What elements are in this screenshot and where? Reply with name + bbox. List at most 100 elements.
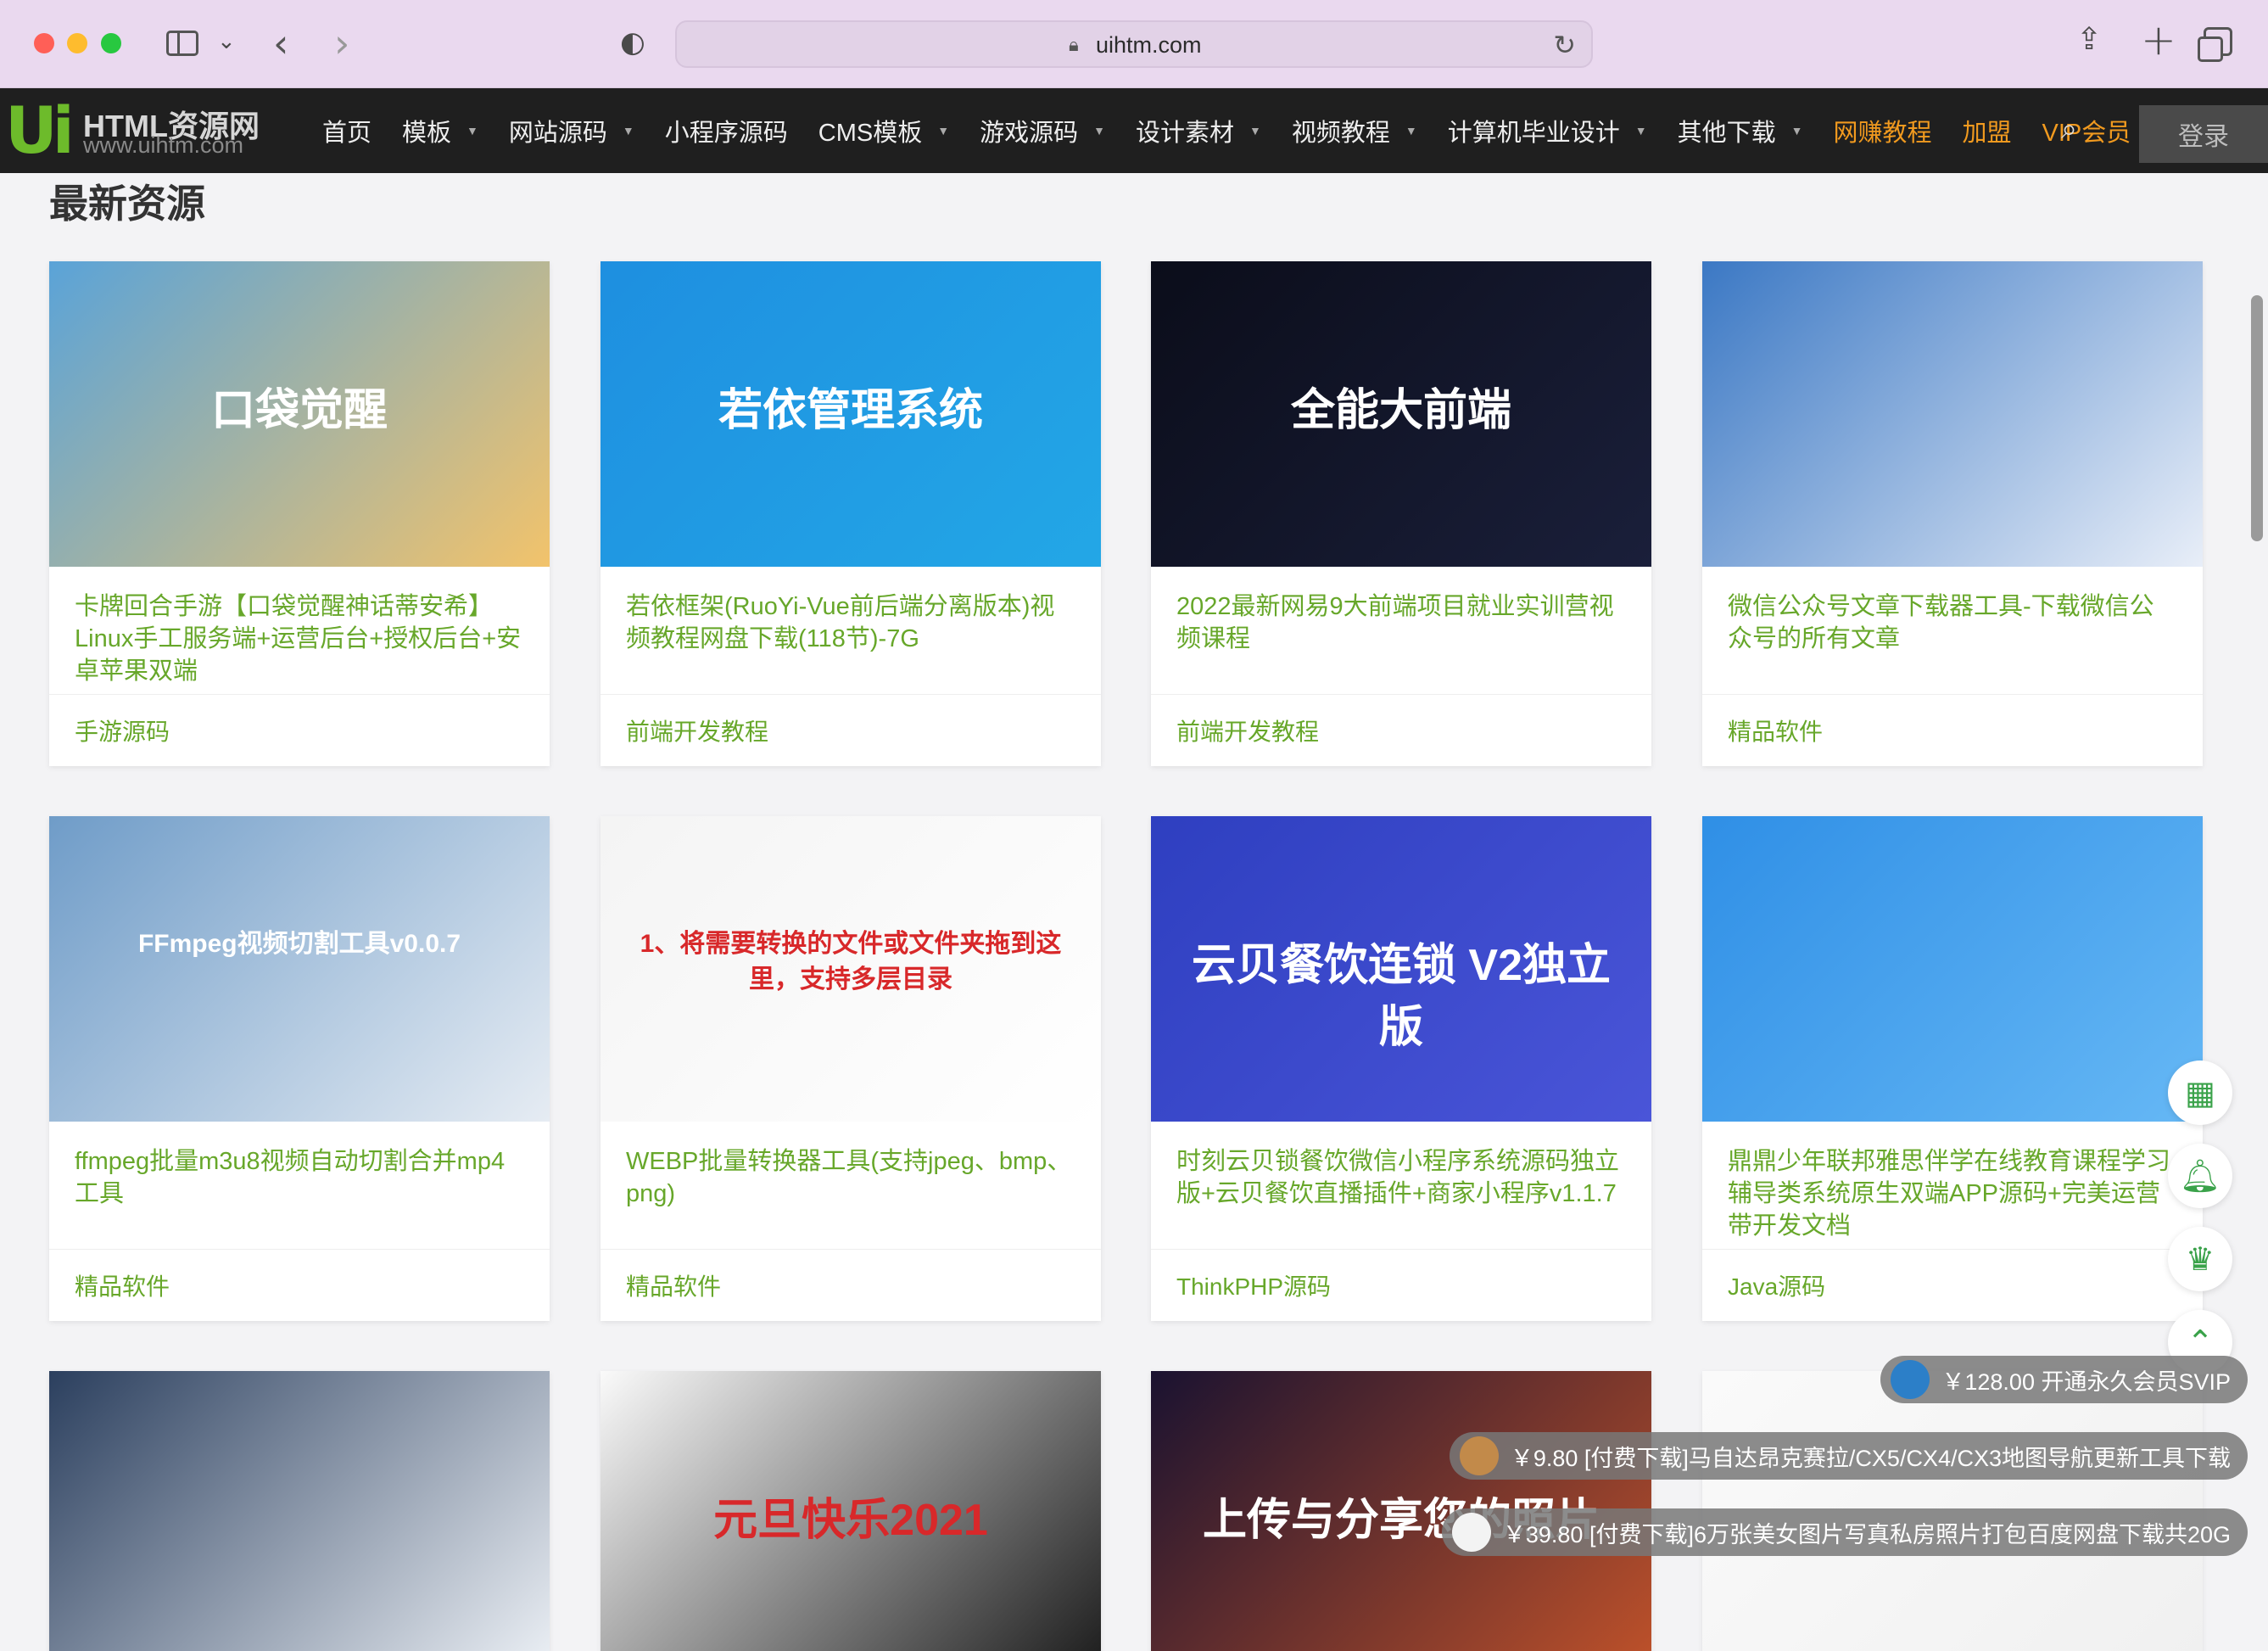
nav-item-12[interactable]: VIP会员 (2042, 113, 2131, 148)
resource-card[interactable]: 元旦快乐2021 (601, 1371, 1101, 1651)
nav-item-7[interactable]: 视频教程 ▼ (1292, 113, 1417, 148)
caret-down-icon: ▼ (466, 124, 478, 137)
resource-thumbnail[interactable] (1702, 261, 2203, 567)
resource-title[interactable]: 卡牌回合手游【口袋觉醒神话蒂安希】Linux手工服务端+运营后台+授权后台+安卓… (49, 567, 550, 694)
nav-item-label: 其他下载 (1677, 120, 1776, 147)
lock-icon: 🔒︎ (1069, 34, 1079, 55)
purchase-toast: ￥128.00 开通永久会员SVIP (1880, 1356, 2248, 1403)
caret-down-icon: ▼ (1634, 124, 1647, 137)
resource-card[interactable]: 云贝餐饮连锁 V2独立版时刻云贝锁餐饮微信小程序系统源码独立版+云贝餐饮直播插件… (1151, 816, 1651, 1321)
thumbnail-caption: 全能大前端 (1290, 386, 1511, 435)
search-icon[interactable]: ⌕ (2061, 112, 2077, 146)
nav-item-label: 设计素材 (1135, 120, 1234, 147)
resource-thumbnail[interactable]: 元旦快乐2021 (601, 1371, 1101, 1651)
nav-item-10[interactable]: 网赚教程 (1833, 113, 1931, 148)
resource-thumbnail[interactable]: FFmpeg视频切割工具v0.0.7 (49, 816, 550, 1122)
nav-item-6[interactable]: 设计素材 ▼ (1136, 113, 1261, 148)
resource-category[interactable]: 精品软件 (601, 1250, 1101, 1321)
minimize-window-button[interactable] (67, 33, 87, 53)
chevron-down-icon[interactable]: ⌄ (217, 29, 236, 54)
resource-category[interactable]: 手游源码 (49, 695, 550, 766)
resource-thumbnail[interactable]: 1、将需要转换的文件或文件夹拖到这里，支持多层目录 (601, 816, 1101, 1122)
new-tab-icon[interactable]: + (2141, 15, 2176, 64)
tab-overview-icon[interactable] (2198, 27, 2232, 62)
nav-item-4[interactable]: CMS模板 ▼ (818, 113, 949, 148)
nav-item-3[interactable]: 小程序源码 (665, 113, 788, 148)
resource-category[interactable]: 精品软件 (49, 1250, 550, 1321)
resource-title[interactable]: 时刻云贝锁餐饮微信小程序系统源码独立版+云贝餐饮直播插件+商家小程序v1.1.7 (1151, 1122, 1651, 1249)
logo-mark[interactable]: Ui (5, 98, 80, 163)
resource-card[interactable]: 微信公众号文章下载器工具-下载微信公众号的所有文章 精品软件 (1702, 261, 2203, 766)
resource-card[interactable]: 口袋觉醒卡牌回合手游【口袋觉醒神话蒂安希】Linux手工服务端+运营后台+授权后… (49, 261, 550, 766)
resource-card[interactable]: 1、将需要转换的文件或文件夹拖到这里，支持多层目录 WEBP批量转换器工具(支持j… (601, 816, 1101, 1321)
resource-card[interactable] (49, 1371, 550, 1651)
browser-toolbar: ⌄ ‹ › ◐ 🔒︎ uihtm.com ↻ ⇪ + (0, 0, 2268, 88)
nav-menu: 首页 模板 ▼ 网站源码 ▼ 小程序源码 CMS模板 ▼ 游戏源码 ▼ 设计素材 ▼ 视频教程 ▼ 计算机毕… (322, 88, 2161, 173)
page-scrollbar[interactable] (2251, 295, 2263, 541)
resource-thumbnail[interactable]: 若依管理系统 (601, 261, 1101, 567)
thumbnail-caption: 口袋觉醒 (210, 386, 388, 435)
nav-item-11[interactable]: 加盟 (1962, 113, 2011, 148)
resource-card[interactable]: 鼎鼎少年联邦雅思伴学在线教育课程学习辅导类系统原生双端APP源码+完美运营带开发… (1702, 816, 2203, 1321)
thumbnail-caption: 元旦快乐2021 (713, 1496, 988, 1545)
toast-text: ￥39.80 [付费下载]6万张美女图片写真私房照片打包百度网盘下载共20G (1502, 1521, 2231, 1547)
nav-item-label: 模板 (402, 120, 452, 147)
nav-item-5[interactable]: 游戏源码 ▼ (980, 113, 1105, 148)
nav-item-2[interactable]: 网站源码 ▼ (509, 113, 634, 148)
resource-thumbnail[interactable]: 口袋觉醒 (49, 261, 550, 567)
sidebar-toggle-icon[interactable] (166, 31, 198, 56)
thumbnail-caption: 若依管理系统 (718, 386, 983, 435)
resource-category[interactable]: 前端开发教程 (1151, 695, 1651, 766)
site-navbar: Ui HTML资源网 www.uihtm.com 首页 模板 ▼ 网站源码 ▼ 小程序源码… (0, 88, 2268, 173)
caret-down-icon: ▼ (937, 124, 950, 137)
nav-item-label: 加盟 (1962, 120, 2012, 147)
nav-item-label: 游戏源码 (980, 120, 1079, 147)
resource-title[interactable]: ffmpeg批量m3u8视频自动切割合并mp4工具 (49, 1122, 550, 1249)
nav-item-8[interactable]: 计算机毕业设计 ▼ (1448, 113, 1647, 148)
back-arrow-icon[interactable]: ‹ (273, 20, 288, 66)
resource-thumbnail[interactable]: 云贝餐饮连锁 V2独立版 (1151, 816, 1651, 1122)
close-window-button[interactable] (34, 33, 54, 53)
forward-arrow-icon[interactable]: › (334, 20, 349, 66)
crown-icon[interactable]: ♛ (2168, 1227, 2232, 1291)
resource-thumbnail[interactable] (49, 1371, 550, 1651)
resource-title[interactable]: 2022最新网易9大前端项目就业实训营视频课程 (1151, 567, 1651, 694)
resource-card[interactable]: 全能大前端 2022最新网易9大前端项目就业实训营视频课程 前端开发教程 (1151, 261, 1651, 766)
resource-category[interactable]: ThinkPHP源码 (1151, 1250, 1651, 1321)
purchase-toast: ￥39.80 [付费下载]6万张美女图片写真私房照片打包百度网盘下载共20G (1441, 1508, 2248, 1556)
privacy-shield-icon[interactable]: ◐ (620, 25, 645, 59)
avatar (1891, 1360, 1930, 1399)
avatar (1451, 1513, 1491, 1552)
nav-item-9[interactable]: 其他下载 ▼ (1678, 113, 1803, 148)
qr-code-icon[interactable]: ▦ (2168, 1061, 2232, 1125)
resource-category[interactable]: 前端开发教程 (601, 695, 1101, 766)
resource-thumbnail[interactable] (1702, 816, 2203, 1122)
logo-domain: www.uihtm.com (83, 132, 244, 158)
resource-card[interactable]: FFmpeg视频切割工具v0.0.7 ffmpeg批量m3u8视频自动切割合并mp… (49, 816, 550, 1321)
nav-item-label: 计算机毕业设计 (1447, 120, 1620, 147)
resource-title[interactable]: 鼎鼎少年联邦雅思伴学在线教育课程学习辅导类系统原生双端APP源码+完美运营带开发… (1702, 1122, 2203, 1249)
thumbnail-caption: 云贝餐饮连锁 V2独立版 (1191, 941, 1612, 1052)
toast-text: ￥9.80 [付费下载]马自达昂克赛拉/CX5/CX4/CX3地图导航更新工具下… (1510, 1445, 2231, 1471)
address-bar[interactable]: 🔒︎ uihtm.com ↻ (675, 20, 1593, 68)
nav-item-label: CMS模板 (818, 120, 923, 147)
login-button[interactable]: 登录 (2139, 105, 2268, 163)
section-title: 最新资源 (49, 182, 205, 226)
resource-category[interactable]: 精品软件 (1702, 695, 2203, 766)
caret-down-icon: ▼ (622, 124, 634, 137)
avatar (1459, 1436, 1499, 1475)
resource-title[interactable]: 若依框架(RuoYi-Vue前后端分离版本)视频教程网盘下载(118节)-7G (601, 567, 1101, 694)
resource-thumbnail[interactable]: 全能大前端 (1151, 261, 1651, 567)
resource-title[interactable]: WEBP批量转换器工具(支持jpeg、bmp、png) (601, 1122, 1101, 1249)
nav-item-1[interactable]: 模板 ▼ (402, 113, 478, 148)
resource-title[interactable]: 微信公众号文章下载器工具-下载微信公众号的所有文章 (1702, 567, 2203, 694)
nav-item-0[interactable]: 首页 (322, 113, 371, 148)
resource-category[interactable]: Java源码 (1702, 1250, 2203, 1321)
resource-card[interactable]: 若依管理系统若依框架(RuoYi-Vue前后端分离版本)视频教程网盘下载(118… (601, 261, 1101, 766)
bell-icon[interactable]: 🔔︎ (2168, 1144, 2232, 1208)
share-icon[interactable]: ⇪ (2076, 22, 2102, 57)
zoom-window-button[interactable] (101, 33, 121, 53)
reload-icon[interactable]: ↻ (1553, 29, 1576, 61)
purchase-toast: ￥9.80 [付费下载]马自达昂克赛拉/CX5/CX4/CX3地图导航更新工具下… (1449, 1432, 2248, 1480)
thumbnail-caption: FFmpeg视频切割工具v0.0.7 (137, 930, 461, 958)
